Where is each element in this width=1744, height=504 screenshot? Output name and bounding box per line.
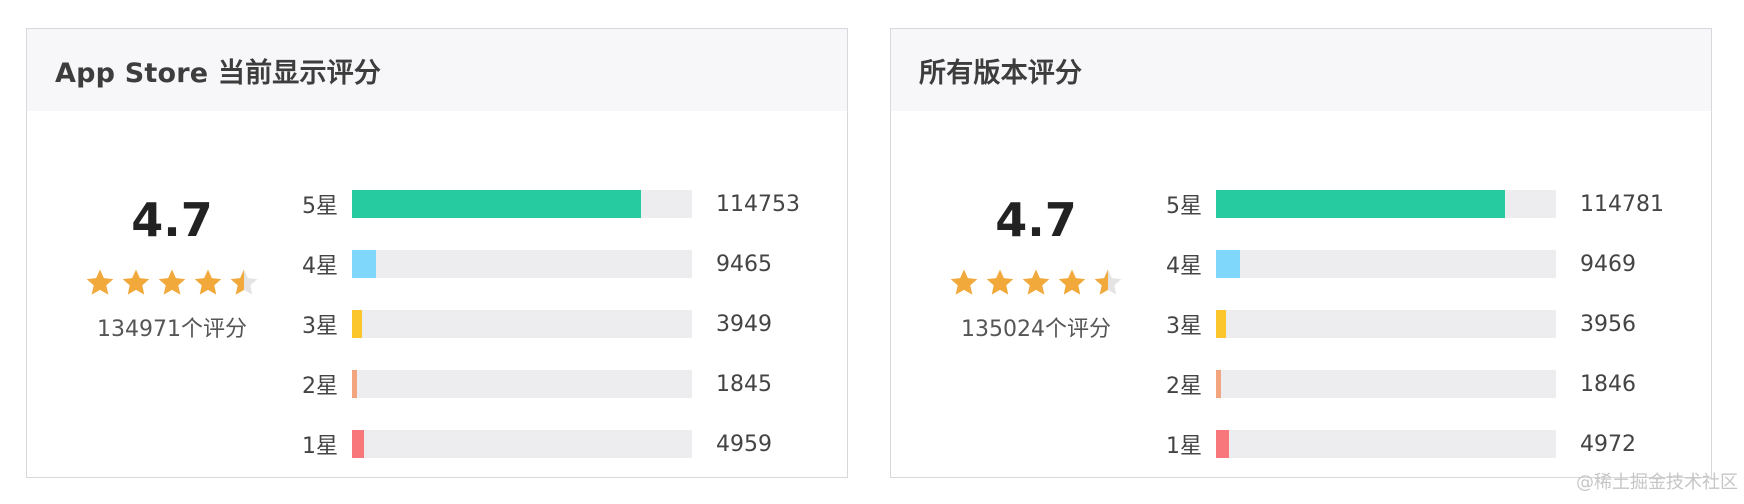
bar-track bbox=[1216, 310, 1556, 338]
row-count: 1846 bbox=[1580, 371, 1636, 397]
bar-fill bbox=[1216, 310, 1226, 338]
row-count: 3949 bbox=[716, 311, 772, 337]
rating-row-5: 5星 114781 bbox=[1166, 174, 1686, 234]
star-full-icon bbox=[156, 267, 188, 299]
row-label: 4星 bbox=[1166, 254, 1202, 279]
star-full-icon bbox=[84, 267, 116, 299]
row-count: 1845 bbox=[716, 371, 772, 397]
card-title: App Store 当前显示评分 bbox=[55, 57, 382, 89]
average-score: 4.7 bbox=[131, 193, 213, 247]
rating-row-2: 2星 1846 bbox=[1166, 354, 1686, 414]
rating-summary: 4.7 135024个评分 bbox=[931, 197, 1141, 343]
star-full-icon bbox=[192, 267, 224, 299]
watermark: @稀土掘金技术社区 bbox=[1576, 472, 1738, 493]
rating-distribution: 5星 114753 4星 9465 3星 3949 2星 1845 1星 495… bbox=[302, 174, 822, 474]
bar-track bbox=[352, 370, 692, 398]
row-count: 114781 bbox=[1580, 191, 1664, 217]
bar-track bbox=[352, 310, 692, 338]
row-count: 9465 bbox=[716, 251, 772, 277]
star-half-icon bbox=[228, 267, 260, 299]
star-full-icon bbox=[1020, 267, 1052, 299]
row-label: 1星 bbox=[302, 434, 338, 459]
row-label: 2星 bbox=[1166, 374, 1202, 399]
star-half-icon bbox=[1092, 267, 1124, 299]
rating-card-all-versions: 所有版本评分 4.7 135024个评分 5星 114781 4星 9469 3… bbox=[890, 28, 1712, 478]
rating-row-3: 3星 3949 bbox=[302, 294, 822, 354]
row-label: 2星 bbox=[302, 374, 338, 399]
average-score: 4.7 bbox=[995, 193, 1077, 247]
bar-fill bbox=[1216, 250, 1240, 278]
rating-row-4: 4星 9469 bbox=[1166, 234, 1686, 294]
row-label: 3星 bbox=[302, 314, 338, 339]
row-count: 4972 bbox=[1580, 431, 1636, 457]
bar-fill bbox=[352, 310, 362, 338]
bar-track bbox=[1216, 250, 1556, 278]
rating-row-5: 5星 114753 bbox=[302, 174, 822, 234]
card-header: App Store 当前显示评分 bbox=[27, 29, 847, 111]
row-label: 3星 bbox=[1166, 314, 1202, 339]
star-full-icon bbox=[1056, 267, 1088, 299]
bar-track bbox=[1216, 430, 1556, 458]
row-label: 4星 bbox=[302, 254, 338, 279]
rating-row-2: 2星 1845 bbox=[302, 354, 822, 414]
rating-distribution: 5星 114781 4星 9469 3星 3956 2星 1846 1星 497… bbox=[1166, 174, 1686, 474]
bar-track bbox=[1216, 190, 1556, 218]
bar-fill bbox=[352, 190, 642, 218]
row-count: 4959 bbox=[716, 431, 772, 457]
star-full-icon bbox=[120, 267, 152, 299]
rating-card-current: App Store 当前显示评分 4.7 134971个评分 5星 114753… bbox=[26, 28, 848, 478]
card-title: 所有版本评分 bbox=[919, 57, 1083, 89]
row-label: 5星 bbox=[302, 194, 338, 219]
star-rating bbox=[67, 267, 277, 299]
bar-fill bbox=[352, 430, 365, 458]
row-count: 3956 bbox=[1580, 311, 1636, 337]
star-full-icon bbox=[948, 267, 980, 299]
star-rating bbox=[931, 267, 1141, 299]
rating-summary: 4.7 134971个评分 bbox=[67, 197, 277, 343]
rating-row-4: 4星 9465 bbox=[302, 234, 822, 294]
bar-fill bbox=[352, 250, 376, 278]
bar-track bbox=[352, 190, 692, 218]
rating-row-1: 1星 4959 bbox=[302, 414, 822, 474]
rating-count: 135024个评分 bbox=[961, 317, 1111, 342]
bar-track bbox=[1216, 370, 1556, 398]
bar-track bbox=[352, 250, 692, 278]
bar-fill bbox=[1216, 370, 1221, 398]
row-count: 9469 bbox=[1580, 251, 1636, 277]
rating-row-1: 1星 4972 bbox=[1166, 414, 1686, 474]
bar-fill bbox=[352, 370, 357, 398]
bar-fill bbox=[1216, 430, 1229, 458]
row-label: 5星 bbox=[1166, 194, 1202, 219]
page: App Store 当前显示评分 4.7 134971个评分 5星 114753… bbox=[0, 0, 1744, 504]
row-count: 114753 bbox=[716, 191, 800, 217]
rating-count: 134971个评分 bbox=[97, 317, 247, 342]
row-label: 1星 bbox=[1166, 434, 1202, 459]
rating-row-3: 3星 3956 bbox=[1166, 294, 1686, 354]
bar-fill bbox=[1216, 190, 1506, 218]
star-full-icon bbox=[984, 267, 1016, 299]
card-header: 所有版本评分 bbox=[891, 29, 1711, 111]
bar-track bbox=[352, 430, 692, 458]
